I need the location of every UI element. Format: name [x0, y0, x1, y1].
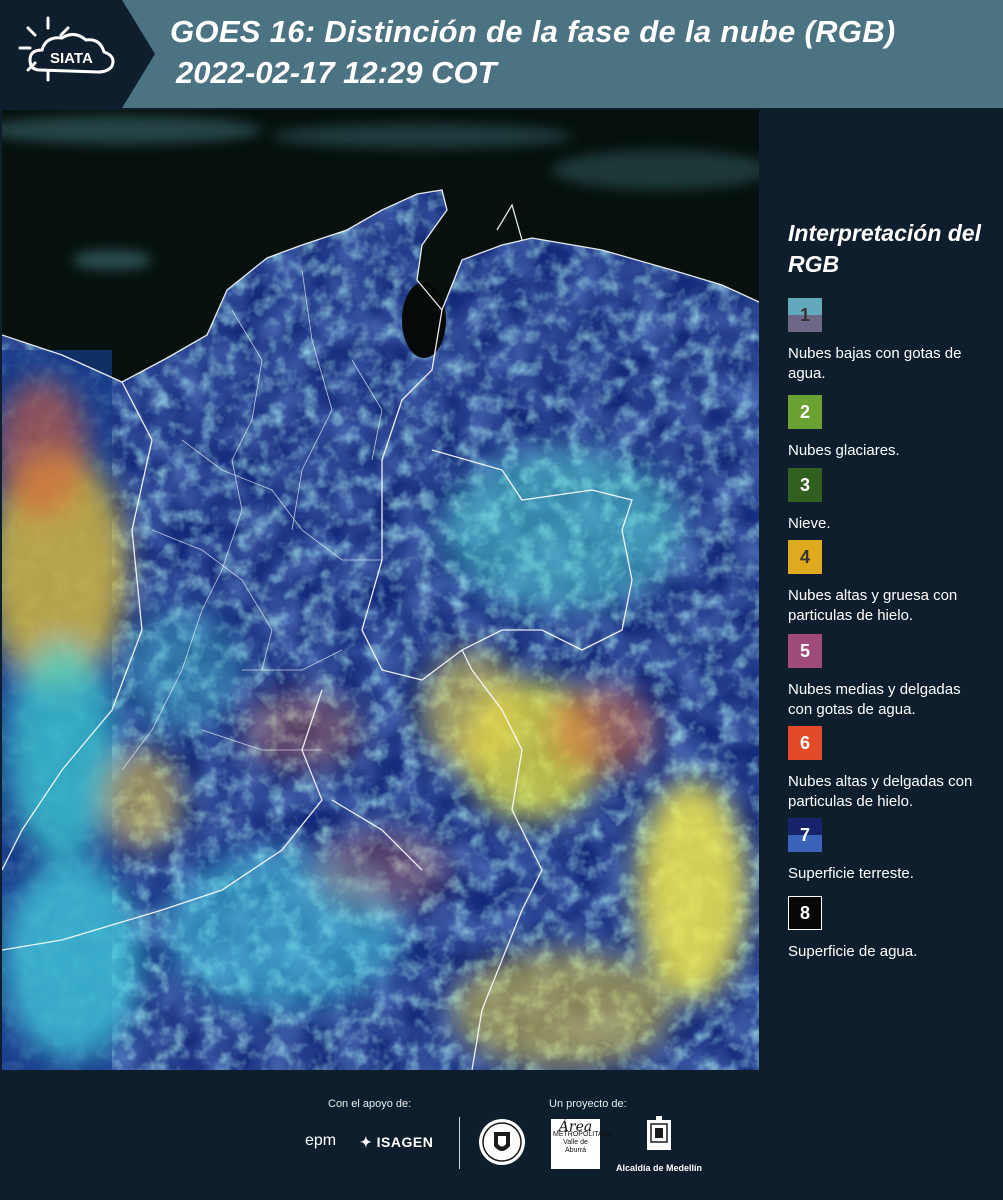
map-timestamp: 2022-02-17 12:29 COT	[176, 55, 497, 90]
legend-text-8: Superficie de agua.	[788, 943, 918, 960]
map-title: GOES 16: Distinción de la fase de la nub…	[170, 14, 896, 49]
legend-item-8: 8 Superficie de agua.	[788, 896, 1003, 962]
legend-text-7: Superficie terreste.	[788, 865, 914, 882]
legend-item-7: 7 Superficie terreste.	[788, 818, 1003, 884]
legend-item-4: 4 Nubes altas y gruesa con particulas de…	[788, 540, 1003, 626]
header: SIATA GOES 16: Distinción de la fase de …	[0, 0, 1003, 108]
legend-swatch-4: 4	[788, 540, 822, 574]
project-label: Un proyecto de:	[549, 1098, 627, 1110]
legend-text-3: Nieve.	[788, 515, 831, 532]
legend-text-4: Nubes altas y gruesa con particulas de h…	[788, 587, 958, 624]
legend-text-5: Nubes medias y delgadas con gotas de agu…	[788, 681, 961, 718]
area-metropolitana-logo: Área METROPOLITANA Valle de Aburrá	[551, 1119, 612, 1169]
legend-item-6: 6 Nubes altas y delgadas con particulas …	[788, 726, 1003, 812]
legend-swatch-7: 7	[788, 818, 822, 852]
siata-logo: SIATA	[0, 0, 155, 108]
isagen-logo: ✦ ISAGEN	[360, 1134, 434, 1150]
legend-swatch-1: 1	[788, 298, 822, 332]
legend-swatch-6: 6	[788, 726, 822, 760]
svg-text:SIATA: SIATA	[50, 50, 93, 67]
legend-text-6: Nubes altas y delgadas con particulas de…	[788, 773, 973, 810]
medellin-shield-icon	[647, 1116, 671, 1150]
epm-logo: epm	[305, 1132, 337, 1149]
legend-item-1: 1 Nubes bajas con gotas de agua.	[788, 298, 1003, 384]
legend-swatch-3: 3	[788, 468, 822, 502]
legend-text-1: Nubes bajas con gotas de agua.	[788, 345, 962, 382]
legend-swatch-8: 8	[788, 896, 822, 930]
alcaldia-medellin-logo: Alcaldía de Medellín	[614, 1116, 704, 1173]
support-label: Con el apoyo de:	[328, 1098, 412, 1110]
legend-item-5: 5 Nubes medias y delgadas con gotas de a…	[788, 634, 1003, 720]
legend-swatch-2: 2	[788, 395, 822, 429]
seal-logo	[478, 1118, 526, 1171]
isagen-icon: ✦	[360, 1134, 373, 1150]
legend-title: Interpretación del RGB	[788, 220, 981, 277]
legend-item-3: 3 Nieve.	[788, 468, 1003, 534]
legend-text-2: Nubes glaciares.	[788, 442, 900, 459]
footer-divider	[459, 1117, 460, 1169]
legend-item-2: 2 Nubes glaciares.	[788, 395, 1003, 461]
footer: Con el apoyo de: Un proyecto de: epm ✦ I…	[0, 1072, 1003, 1200]
satellite-rgb-image	[2, 110, 759, 1070]
legend-swatch-5: 5	[788, 634, 822, 668]
legend-panel: Interpretación del RGB 1 Nubes bajas con…	[760, 110, 1003, 1070]
